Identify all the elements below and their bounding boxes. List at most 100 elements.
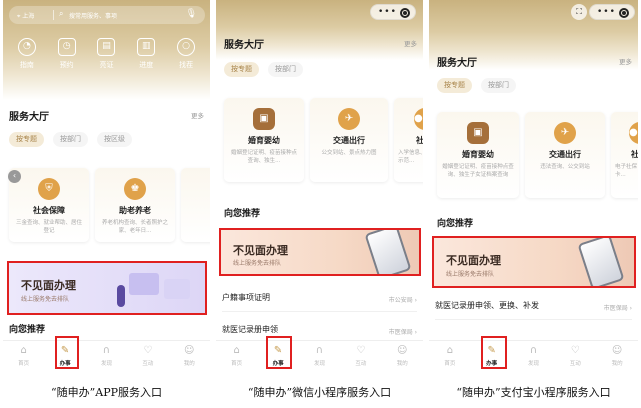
quick-item-license[interactable]: ▤ 亮证 (88, 38, 124, 70)
tab-bar: ⌂ 首页 ✎ 办事 ∩ 发现 ♡ 互动 ☺ 我的 (3, 340, 210, 370)
highlight-box (55, 336, 79, 369)
banner-contactless-service[interactable]: 不见面办理 线上服务免去排队 (432, 236, 636, 288)
tab-label: 我的 (396, 361, 408, 367)
microphone-icon[interactable]: 🎙 (186, 9, 197, 19)
compass-icon: ◔ (17, 38, 36, 56)
card-partial[interactable]: ● 社 入学信息、示范... (394, 98, 423, 182)
card-marriage-childcare[interactable]: ▣ 婚育婴幼 婚姻登记证明、疫苗接种点查询、独生... (224, 98, 304, 182)
banner-subtitle: 线上服务免去排队 (233, 260, 282, 267)
tab-mine[interactable]: ☺ 我的 (387, 341, 417, 370)
quick-item-find[interactable]: ○ 找茬 (168, 38, 204, 70)
search-icon: ○ (177, 38, 196, 56)
section-title-recommend: 向您推荐 (9, 325, 46, 335)
elder-icon: ♚ (124, 178, 146, 200)
tab-home[interactable]: ⌂ 首页 (222, 341, 252, 370)
quick-label: 找茬 (179, 61, 194, 69)
card-desc: 三金查询、就业帮助、居住登记 (15, 220, 82, 234)
card-partial[interactable]: ● 社 电子社保卡... (611, 112, 638, 198)
card-title: 交通出行 (333, 136, 365, 145)
chevron-left-icon[interactable]: ‹ (8, 170, 21, 183)
tab-discover[interactable]: ∩ 发现 (518, 341, 548, 370)
tab-label: 互动 (355, 361, 367, 367)
home-icon: ⌂ (233, 345, 240, 356)
tab-interact[interactable]: ♡ 互动 (560, 341, 590, 370)
chip-by-department[interactable]: 按部门 (268, 62, 303, 77)
highlight-box (481, 336, 507, 369)
wechat-screen: ••• 服务大厅 更多 按专题 按部门 ▣ 婚育婴幼 婚姻登记证明、疫苗接种点查… (216, 0, 423, 370)
tab-label: 发现 (313, 361, 325, 367)
card-social-security[interactable]: ⛨ 社会保障 三金查询、就业帮助、居住登记 (9, 168, 89, 242)
banner-contactless-service[interactable]: 不见面办理 线上服务免去排队 (219, 228, 421, 276)
list-item-department: 市医保局 › (603, 305, 632, 312)
card-transport[interactable]: ✈ 交通出行 公交到站、景点热力图 (310, 98, 388, 182)
card-desc: 婚姻登记证明、疫苗接种点查询、独生子女证档案查询 (442, 164, 514, 178)
card-desc: 违法查询、公交到站 (540, 164, 590, 170)
user-icon: ☺ (184, 345, 195, 356)
tab-interact[interactable]: ♡ 互动 (346, 341, 376, 370)
close-target-icon (619, 8, 629, 18)
section-title-recommend: 向您推荐 (437, 219, 474, 229)
tab-mine[interactable]: ☺ 我的 (602, 341, 632, 370)
quick-item-guide[interactable]: ◔ 指南 (9, 38, 45, 70)
tab-discover[interactable]: ∩ 发现 (304, 341, 334, 370)
card-partial[interactable] (181, 168, 210, 242)
banner-title: 不见面办理 (21, 279, 76, 292)
caption-app: “随申办”APP服务入口 (51, 386, 162, 399)
illustration-screen (129, 273, 159, 295)
heart-icon: ♡ (356, 345, 366, 356)
list-item[interactable]: 户籍事项证明 市公安局 › (222, 292, 417, 312)
search-bar[interactable]: ⌖ 上海 ⌕ 搜常用服务、事项 🎙 (9, 6, 205, 24)
list-item-title: 户籍事项证明 (222, 293, 270, 302)
card-transport[interactable]: ✈ 交通出行 违法查询、公交到站 (525, 112, 605, 198)
airplane-icon: ✈ (554, 122, 576, 144)
banner-title: 不见面办理 (233, 244, 288, 257)
home-icon: ⌂ (446, 345, 454, 356)
card-marriage-childcare[interactable]: ▣ 婚育婴幼 婚姻登记证明、疫苗接种点查询、独生子女证档案查询 (437, 112, 519, 198)
card-icon: ▤ (97, 38, 116, 56)
card-desc: 公交到站、景点热力图 (321, 150, 377, 156)
banner-contactless-service[interactable]: 不见面办理 线上服务免去排队 (7, 261, 207, 315)
tab-mine[interactable]: ☺ 我的 (174, 341, 204, 370)
tab-home[interactable]: ⌂ 首页 (435, 341, 465, 370)
quick-item-progress[interactable]: ▥ 进度 (128, 38, 164, 70)
tab-interact[interactable]: ♡ 互动 (133, 341, 163, 370)
section-title-recommend: 向您推荐 (224, 209, 261, 219)
more-link[interactable]: 更多 (404, 38, 417, 48)
location-selector[interactable]: ⌖ 上海 (17, 11, 34, 21)
chip-by-topic[interactable]: 按专题 (9, 132, 44, 147)
user-icon: ☺ (611, 345, 623, 356)
location-label: 上海 (22, 13, 35, 20)
miniprogram-capsule[interactable]: ••• (589, 4, 635, 20)
heart-icon: ♡ (570, 345, 580, 356)
document-icon: ▣ (253, 108, 275, 130)
miniprogram-capsule[interactable]: ••• (370, 4, 416, 20)
tab-label: 发现 (527, 361, 539, 367)
tab-label: 互动 (569, 361, 581, 367)
search-icon: ⌕ (59, 9, 64, 18)
banner-subtitle: 线上服务免去排队 (21, 296, 70, 303)
tab-discover[interactable]: ∩ 发现 (91, 341, 121, 370)
chip-by-department[interactable]: 按部门 (481, 78, 516, 93)
card-desc: 婚姻登记证明、疫苗接种点查询、独生... (230, 150, 297, 164)
scan-icon[interactable]: ⛶ (571, 4, 587, 20)
tab-label: 发现 (100, 361, 112, 367)
tab-label: 首页 (231, 361, 243, 367)
chip-by-district[interactable]: 按区级 (97, 132, 132, 147)
tab-home[interactable]: ⌂ 首页 (9, 341, 39, 370)
quick-item-appointment[interactable]: ◷ 预约 (49, 38, 85, 70)
banner-subtitle: 线上服务免去排队 (446, 271, 495, 278)
card-elderly-care[interactable]: ♚ 助老养老 养老机构查询、长者照护之家、老年日... (95, 168, 175, 242)
shield-icon: ⛨ (38, 178, 60, 200)
quick-label: 亮证 (99, 61, 114, 69)
document-icon: ▣ (467, 122, 489, 144)
chip-by-topic[interactable]: 按专题 (437, 78, 472, 93)
more-dots-icon: ••• (378, 7, 397, 17)
chip-by-topic[interactable]: 按专题 (224, 62, 259, 77)
card-desc: 电子社保卡... (615, 164, 638, 178)
more-link[interactable]: 更多 (619, 56, 632, 66)
divider (53, 10, 54, 20)
list-item[interactable]: 就医记录册申领、更换、补发 市医保局 › (435, 300, 632, 320)
chip-by-department[interactable]: 按部门 (53, 132, 88, 147)
close-target-icon (400, 8, 410, 18)
more-link[interactable]: 更多 (191, 110, 204, 120)
